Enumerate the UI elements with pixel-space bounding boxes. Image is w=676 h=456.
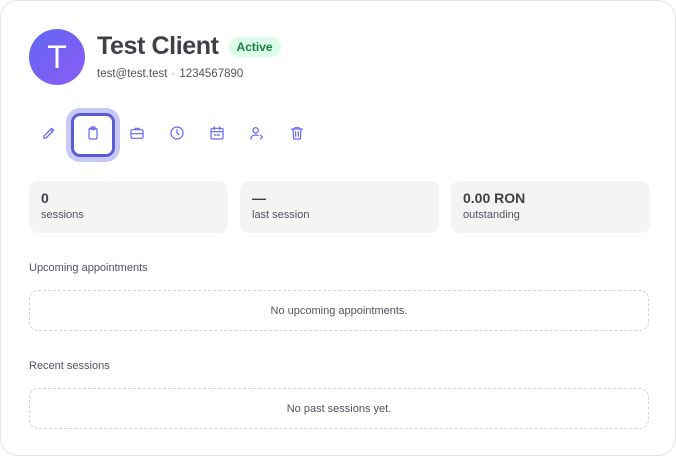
stat-label: outstanding xyxy=(463,209,520,221)
schedule-button[interactable] xyxy=(197,115,237,155)
recent-title: Recent sessions xyxy=(29,360,110,372)
client-email: test@test.test xyxy=(97,68,168,80)
clipboard-icon xyxy=(85,125,101,146)
stat-last-session: — last session xyxy=(240,181,439,233)
trash-icon xyxy=(289,125,305,146)
title-row: Test Client Active xyxy=(97,32,281,61)
recent-empty-state: No past sessions yet. xyxy=(29,388,649,429)
avatar: T xyxy=(29,29,85,85)
client-info: Test Client Active test@test.test · 1234… xyxy=(97,32,281,80)
user-arrow-icon xyxy=(249,125,265,146)
stats-row: 0 sessions — last session 0.00 RON outst… xyxy=(29,181,650,233)
recent-empty-text: No past sessions yet. xyxy=(286,402,392,415)
pencil-icon xyxy=(41,125,57,146)
notes-button[interactable] xyxy=(71,113,115,157)
stat-sessions: 0 sessions xyxy=(29,181,228,233)
clock-icon xyxy=(169,125,185,146)
stat-value: 0.00 RON xyxy=(463,190,526,206)
assign-button[interactable] xyxy=(237,115,277,155)
history-button[interactable] xyxy=(157,115,197,155)
briefcase-icon xyxy=(129,125,145,146)
client-card: T Test Client Active test@test.test · 12… xyxy=(0,0,676,456)
upcoming-title: Upcoming appointments xyxy=(29,262,148,274)
client-phone: 1234567890 xyxy=(179,68,244,80)
action-toolbar xyxy=(29,113,317,157)
upcoming-empty-state: No upcoming appointments. xyxy=(29,290,649,331)
stat-label: last session xyxy=(252,209,310,221)
stat-outstanding: 0.00 RON outstanding xyxy=(451,181,650,233)
client-name: Test Client xyxy=(97,32,219,60)
upcoming-empty-text: No upcoming appointments. xyxy=(270,304,408,317)
calendar-icon xyxy=(209,125,225,146)
edit-button[interactable] xyxy=(29,115,69,155)
stat-label: sessions xyxy=(41,209,84,221)
status-badge: Active xyxy=(228,36,281,57)
delete-button[interactable] xyxy=(277,115,317,155)
stat-value: 0 xyxy=(41,190,49,206)
client-header: T Test Client Active test@test.test · 12… xyxy=(29,29,281,85)
briefcase-button[interactable] xyxy=(117,115,157,155)
contact-separator: · xyxy=(171,68,176,80)
stat-value: — xyxy=(252,190,266,206)
contact-line: test@test.test · 1234567890 xyxy=(97,68,281,80)
